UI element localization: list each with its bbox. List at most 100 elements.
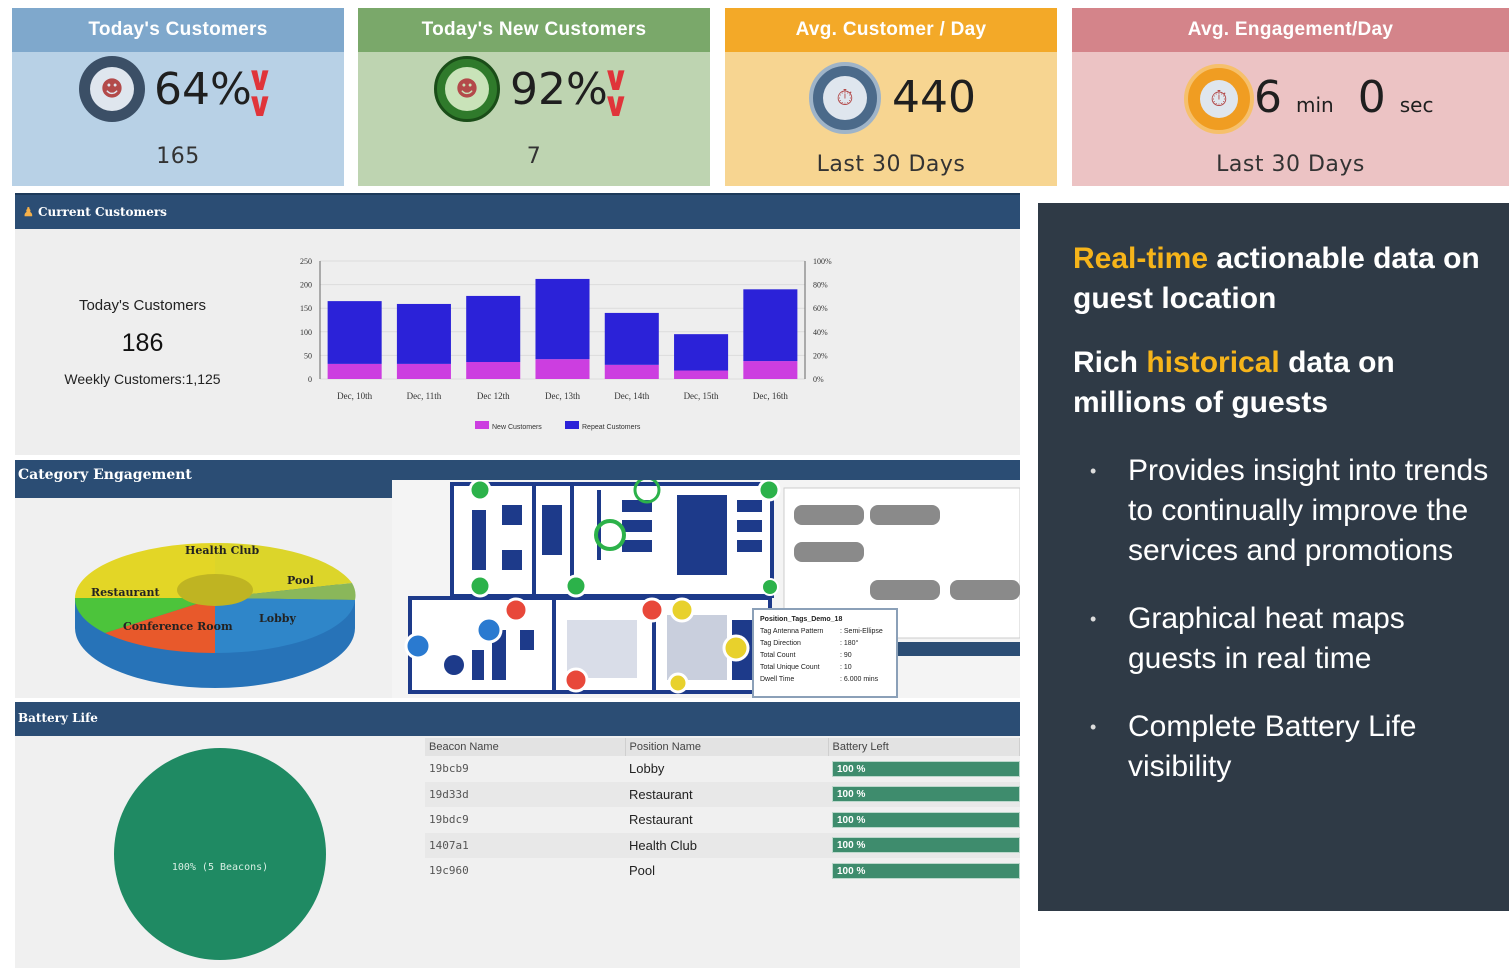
- tooltip-key: Tag Antenna Pattern: [760, 628, 824, 635]
- column-header[interactable]: Battery Left: [828, 738, 1020, 756]
- furniture: [444, 655, 464, 675]
- beacon-marker[interactable]: [404, 632, 432, 660]
- category-engagement-body: Health Club Pool Restaurant Lobby Confer…: [15, 480, 1020, 698]
- furniture: [502, 550, 522, 570]
- y-tick-label: 200: [300, 281, 312, 290]
- position-tooltip: Position_Tags_Demo_18 Tag Antenna Patter…: [752, 608, 898, 698]
- panel-title: Category Engagement: [18, 467, 192, 483]
- beacon-marker[interactable]: [722, 634, 750, 662]
- beacon-marker[interactable]: [468, 574, 492, 598]
- kpi-card-new-customers: Today's New Customers ☻ 92% ∨ ∨ 7: [358, 8, 710, 186]
- beacon-marker[interactable]: [503, 597, 529, 623]
- y2-tick-label: 60%: [813, 304, 828, 313]
- label-restaurant: Restaurant: [91, 586, 160, 599]
- position-name: Restaurant: [629, 786, 693, 802]
- kpi-title: Today's Customers: [12, 8, 344, 52]
- furniture: [737, 520, 762, 532]
- feature-list: Provides insight into trends to continua…: [1090, 451, 1490, 815]
- donut-hole: [177, 574, 253, 606]
- battery-life-header: Battery Life: [15, 702, 1020, 736]
- minutes-unit: min: [1296, 93, 1334, 117]
- car-icon: [870, 505, 940, 525]
- kpi-value: 92%: [510, 64, 608, 115]
- table-row[interactable]: 1407a1 Health Club 100 %: [425, 832, 1020, 858]
- headline-realtime: Real-time actionable data on guest locat…: [1073, 239, 1493, 319]
- position-name: Pool: [629, 863, 656, 879]
- battery-pie-label: 100% (5 Beacons): [172, 862, 268, 873]
- beacon-marker[interactable]: [757, 480, 781, 502]
- kpi-card-avg-customer-day: Avg. Customer / Day ⏱ 440 Last 30 Days: [725, 8, 1057, 186]
- furniture: [520, 630, 534, 650]
- battery-bar: 100 %: [832, 786, 1020, 803]
- bar-repeat-customers: [396, 303, 451, 364]
- x-tick-label: Dec, 13th: [545, 391, 580, 401]
- table-row[interactable]: 19bdc9 Restaurant 100 %: [425, 807, 1020, 833]
- column-header[interactable]: Beacon Name: [425, 738, 626, 756]
- minutes-value: 6: [1254, 72, 1282, 123]
- bar-repeat-customers: [743, 289, 798, 362]
- beacon-marker[interactable]: [475, 616, 503, 644]
- bar-repeat-customers: [674, 334, 729, 371]
- bar-new-customers: [396, 363, 451, 379]
- wall: [532, 484, 536, 596]
- beacon-name: 19bcb9: [429, 762, 469, 776]
- headline-highlight: historical: [1146, 346, 1280, 379]
- position-name: Lobby: [629, 761, 665, 777]
- table-row[interactable]: 19d33d Restaurant 100 %: [425, 781, 1020, 807]
- feature-item: Complete Battery Life visibility: [1090, 707, 1490, 787]
- new-customer-icon: ☻: [434, 56, 500, 122]
- y2-tick-label: 20%: [813, 351, 828, 360]
- panel-title: Battery Life: [18, 711, 98, 725]
- trend-down-icon: ∨ ∨: [602, 59, 630, 125]
- floor-plan-heatmap[interactable]: [392, 480, 1020, 698]
- clock-user-icon: ⏱: [809, 62, 881, 134]
- bar-repeat-customers: [535, 278, 590, 360]
- beacon-name: 1407a1: [429, 838, 469, 852]
- room-grid: [667, 615, 727, 680]
- beacon-marker[interactable]: [761, 578, 779, 596]
- seconds-unit: sec: [1399, 93, 1434, 117]
- battery-bar: 100 %: [832, 760, 1020, 777]
- beacon-marker[interactable]: [563, 667, 589, 693]
- todays-customers-value: 186: [121, 329, 164, 357]
- todays-customers-label: Today's Customers: [78, 297, 207, 314]
- beacon-name: 19bdc9: [429, 813, 469, 827]
- info-panel: Real-time actionable data on guest locat…: [1038, 203, 1509, 911]
- label-lobby: Lobby: [259, 612, 296, 625]
- legend-label: Repeat Customers: [582, 424, 641, 431]
- beacon-marker[interactable]: [667, 672, 689, 694]
- x-tick-label: Dec 12th: [477, 391, 510, 401]
- bar-repeat-customers: [466, 295, 521, 363]
- bar-repeat-customers: [327, 301, 382, 364]
- tooltip-key: Total Unique Count: [760, 664, 820, 671]
- x-tick-label: Dec, 16th: [753, 391, 788, 401]
- bar-new-customers: [466, 362, 521, 379]
- y-tick-label: 250: [300, 257, 312, 266]
- customers-icon: ☻: [79, 56, 145, 122]
- furniture: [542, 505, 562, 555]
- y-tick-label: 0: [308, 375, 312, 384]
- y2-tick-label: 0%: [813, 375, 824, 384]
- bar-new-customers: [535, 359, 590, 379]
- tooltip-key: Dwell Time: [760, 676, 795, 683]
- tooltip-val: : 6.000 mins: [840, 676, 879, 683]
- table-row[interactable]: 19bcb9 Lobby 100 %: [425, 756, 1020, 782]
- beacon-marker[interactable]: [468, 480, 492, 502]
- kpi-sub: 165: [156, 144, 200, 169]
- kpi-card-todays-customers: Today's Customers ☻ 64% ∨ ∨ 165: [12, 8, 344, 186]
- furniture: [502, 505, 522, 525]
- label-pool: Pool: [287, 574, 314, 587]
- furniture: [677, 495, 727, 575]
- feature-item: Provides insight into trends to continua…: [1090, 451, 1490, 571]
- beacon-marker[interactable]: [639, 597, 665, 623]
- column-header[interactable]: Position Name: [625, 738, 829, 756]
- customers-bar-chart: 250 100% 200 80% 150 60% 100 40% 50 20% 0 0% Dec, 10…: [300, 257, 832, 431]
- beacon-marker[interactable]: [669, 597, 695, 623]
- table-row[interactable]: 19c960 Pool 100 %: [425, 858, 1020, 884]
- beacon-marker[interactable]: [564, 574, 588, 598]
- weekly-customers-label: Weekly Customers:1,125: [64, 371, 221, 387]
- furniture: [622, 540, 652, 552]
- current-customers-header: ♟ Current Customers: [15, 193, 1020, 229]
- kpi-value: 440: [892, 72, 976, 123]
- kpi-title: Avg. Customer / Day: [725, 8, 1057, 52]
